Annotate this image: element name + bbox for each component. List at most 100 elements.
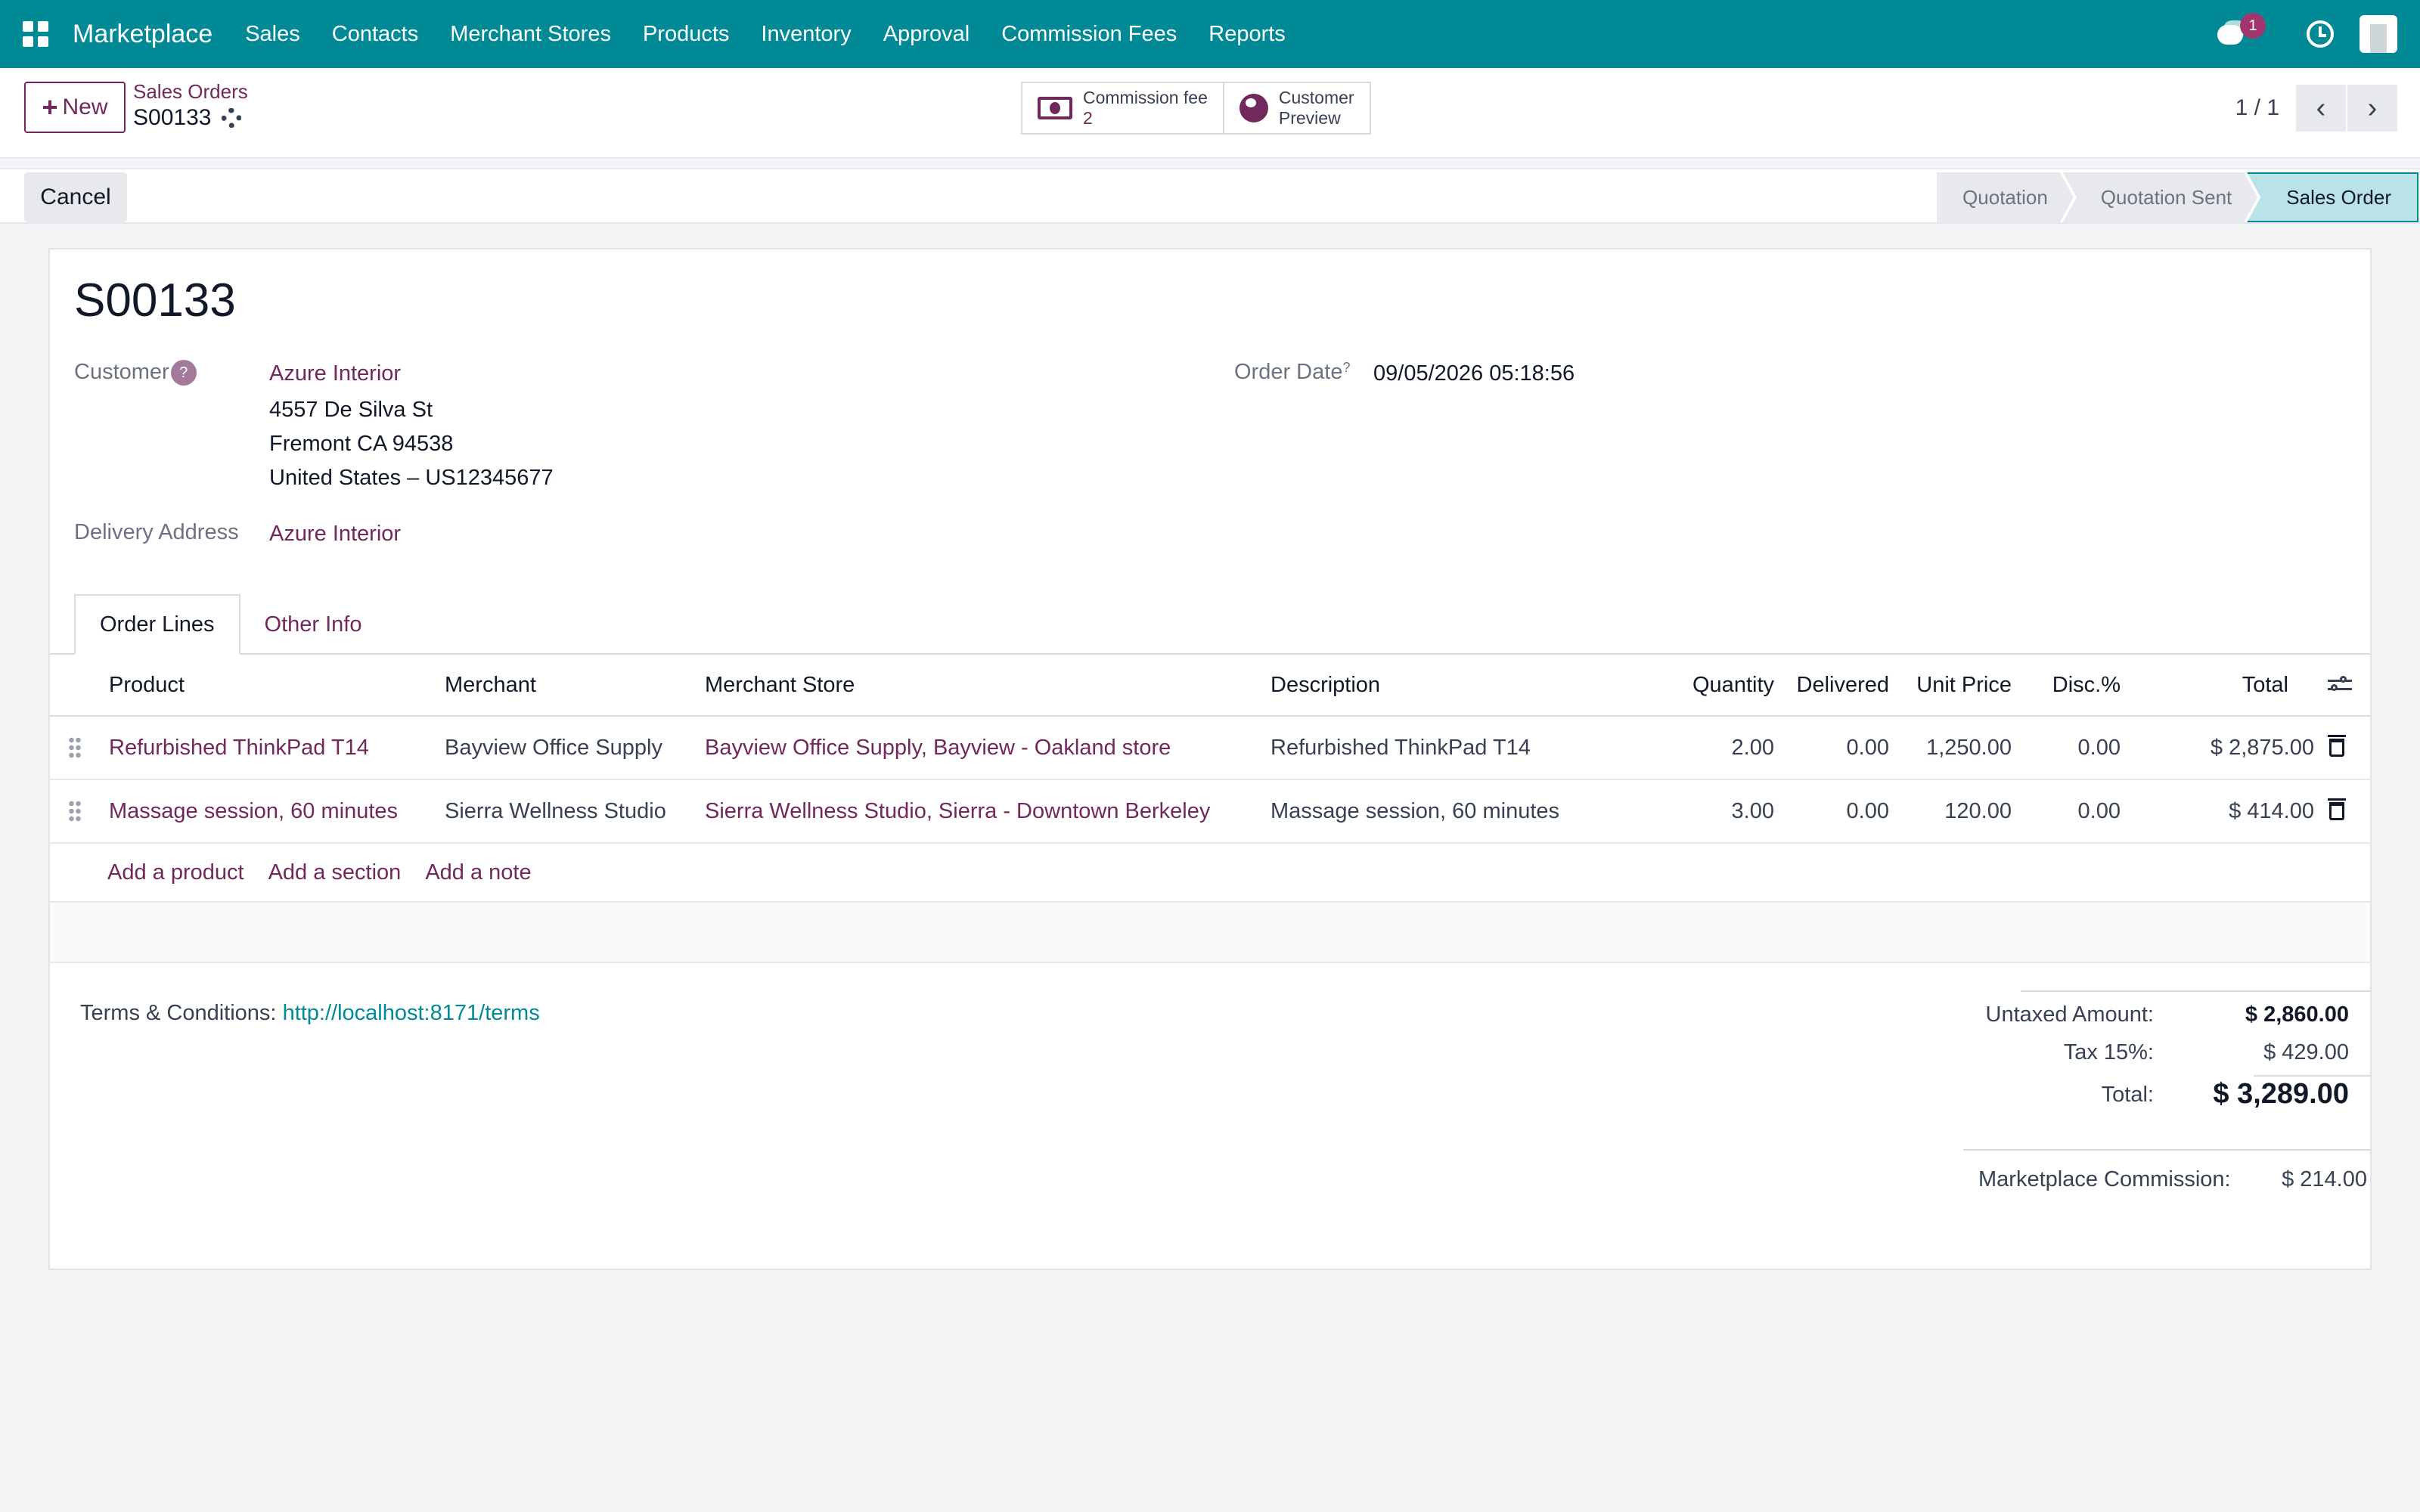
gear-icon[interactable]: [222, 108, 242, 128]
notebook-tabs: Order Lines Other Info: [74, 594, 386, 655]
money-icon: [1038, 97, 1072, 119]
line-merchant[interactable]: Sierra Wellness Studio: [445, 799, 666, 824]
stage-quotation[interactable]: Quotation: [1937, 172, 2074, 222]
col-discount[interactable]: Disc.%: [2052, 673, 2121, 698]
breadcrumb-current: S00133: [133, 105, 212, 130]
delivery-address-field[interactable]: Azure Interior: [269, 522, 401, 547]
app-menu-icon[interactable]: [23, 21, 48, 47]
line-total: $ 414.00: [2229, 798, 2314, 823]
nav-commission-fees[interactable]: Commission Fees: [1001, 22, 1177, 47]
untaxed-label: Untaxed Amount:: [1985, 1002, 2154, 1027]
tab-other-info[interactable]: Other Info: [240, 594, 386, 655]
smart-buttons: Commission fee 2 Customer Preview: [1021, 82, 1371, 135]
add-note-link[interactable]: Add a note: [425, 860, 531, 885]
line-merchant[interactable]: Bayview Office Supply: [445, 736, 662, 761]
pager-value[interactable]: 1 / 1: [2235, 95, 2279, 121]
nav-inventory[interactable]: Inventory: [761, 22, 851, 47]
table-row[interactable]: Massage session, 60 minutes Sierra Welln…: [50, 780, 2370, 844]
customer-address-line: 4557 De Silva St: [269, 398, 433, 422]
tax-label: Tax 15%:: [2063, 1040, 2154, 1064]
line-unit-price[interactable]: 1,250.00: [1926, 736, 2012, 761]
line-description[interactable]: Massage session, 60 minutes: [1270, 799, 1559, 824]
company-avatar[interactable]: [2360, 15, 2397, 53]
customer-address-line: United States – US12345677: [269, 466, 554, 490]
nav-approval[interactable]: Approval: [883, 22, 970, 47]
add-section-link[interactable]: Add a section: [268, 860, 402, 885]
app-brand[interactable]: Marketplace: [73, 20, 213, 49]
drag-handle-icon[interactable]: [68, 800, 82, 823]
table-row[interactable]: Refurbished ThinkPad T14 Bayview Office …: [50, 717, 2370, 780]
terms-conditions: Terms & Conditions: http://localhost:817…: [80, 1001, 540, 1026]
order-lines-table: Product Merchant Merchant Store Descript…: [50, 655, 2370, 963]
table-header: Product Merchant Merchant Store Descript…: [50, 655, 2370, 717]
col-delivered[interactable]: Delivered: [1797, 673, 1890, 698]
col-total[interactable]: Total: [2242, 673, 2288, 698]
commission-label: Marketplace Commission:: [1978, 1167, 2231, 1191]
divider: [2021, 990, 2372, 992]
cancel-button[interactable]: Cancel: [24, 172, 127, 222]
col-merchant-store[interactable]: Merchant Store: [705, 673, 855, 698]
line-discount[interactable]: 0.00: [2078, 736, 2121, 761]
line-product[interactable]: Refurbished ThinkPad T14: [109, 736, 369, 761]
line-description[interactable]: Refurbished ThinkPad T14: [1270, 736, 1531, 761]
customer-address-line: Fremont CA 94538: [269, 432, 454, 456]
chevron-left-icon[interactable]: ‹: [2296, 85, 2346, 132]
add-line-row: Add a product Add a section Add a note: [50, 844, 2370, 903]
nav-contacts[interactable]: Contacts: [332, 22, 418, 47]
nav-reports[interactable]: Reports: [1208, 22, 1286, 47]
line-delivered[interactable]: 0.00: [1847, 736, 1889, 761]
stage-sales-order[interactable]: Sales Order: [2247, 172, 2418, 222]
nav-merchant-stores[interactable]: Merchant Stores: [450, 22, 611, 47]
divider: [1963, 1149, 2372, 1151]
add-product-link[interactable]: Add a product: [107, 860, 244, 885]
order-date-label: Order Date?: [1234, 360, 1351, 384]
breadcrumb: Sales Orders S00133: [133, 80, 248, 131]
chat-icon[interactable]: 1: [2217, 13, 2266, 48]
total-label: Total:: [2101, 1083, 2154, 1107]
total-value: $ 3,289.00: [2213, 1078, 2349, 1110]
terms-link[interactable]: http://localhost:8171/terms: [283, 1001, 540, 1025]
col-quantity[interactable]: Quantity: [1692, 673, 1774, 698]
order-date-field[interactable]: 09/05/2026 05:18:56: [1373, 361, 1575, 386]
control-panel: + New Sales Orders S00133 Commission fee…: [0, 68, 2420, 159]
commission-value: $ 214.00: [2282, 1167, 2367, 1191]
chat-badge: 1: [2240, 13, 2266, 39]
col-description[interactable]: Description: [1270, 673, 1380, 698]
trash-icon[interactable]: [2328, 735, 2346, 757]
line-quantity[interactable]: 2.00: [1732, 736, 1774, 761]
help-icon[interactable]: ?: [1342, 360, 1350, 375]
customer-preview-button[interactable]: Customer Preview: [1222, 83, 1370, 133]
line-unit-price[interactable]: 120.00: [1944, 799, 2012, 824]
stage-quotation-sent[interactable]: Quotation Sent: [2063, 172, 2257, 222]
help-icon[interactable]: ?: [170, 360, 197, 386]
column-settings-icon[interactable]: [2328, 676, 2352, 694]
stage-widget: Quotation Quotation Sent Sales Order: [1937, 172, 2418, 222]
customer-field[interactable]: Azure Interior: [269, 361, 401, 386]
line-product[interactable]: Massage session, 60 minutes: [109, 799, 398, 824]
line-merchant-store[interactable]: Sierra Wellness Studio, Sierra - Downtow…: [705, 799, 1210, 824]
form-sheet: S00133 Customer? Azure Interior 4557 De …: [48, 248, 2372, 1270]
col-merchant[interactable]: Merchant: [445, 673, 536, 698]
activity-clock-icon[interactable]: [2307, 20, 2334, 48]
pager: 1 / 1 ‹ ›: [2235, 85, 2397, 132]
tax-value: $ 429.00: [2263, 1040, 2349, 1064]
new-button[interactable]: + New: [24, 82, 126, 133]
untaxed-value: $ 2,860.00: [2245, 1002, 2349, 1027]
drag-handle-icon[interactable]: [68, 736, 82, 759]
commission-fee-button[interactable]: Commission fee 2: [1022, 83, 1223, 133]
nav-products[interactable]: Products: [643, 22, 729, 47]
divider: [2254, 1075, 2372, 1077]
breadcrumb-sales-orders[interactable]: Sales Orders: [133, 80, 248, 104]
col-unit-price[interactable]: Unit Price: [1916, 673, 2012, 698]
col-product[interactable]: Product: [109, 673, 185, 698]
terms-label: Terms & Conditions:: [80, 1001, 277, 1025]
nav-sales[interactable]: Sales: [245, 22, 300, 47]
chevron-right-icon[interactable]: ›: [2347, 85, 2397, 132]
line-quantity[interactable]: 3.00: [1732, 799, 1774, 824]
tab-order-lines[interactable]: Order Lines: [74, 594, 240, 655]
line-discount[interactable]: 0.00: [2078, 799, 2121, 824]
line-delivered[interactable]: 0.00: [1847, 799, 1889, 824]
status-bar: Cancel Quotation Quotation Sent Sales Or…: [0, 168, 2420, 224]
trash-icon[interactable]: [2328, 798, 2346, 820]
line-merchant-store[interactable]: Bayview Office Supply, Bayview - Oakland…: [705, 736, 1171, 761]
